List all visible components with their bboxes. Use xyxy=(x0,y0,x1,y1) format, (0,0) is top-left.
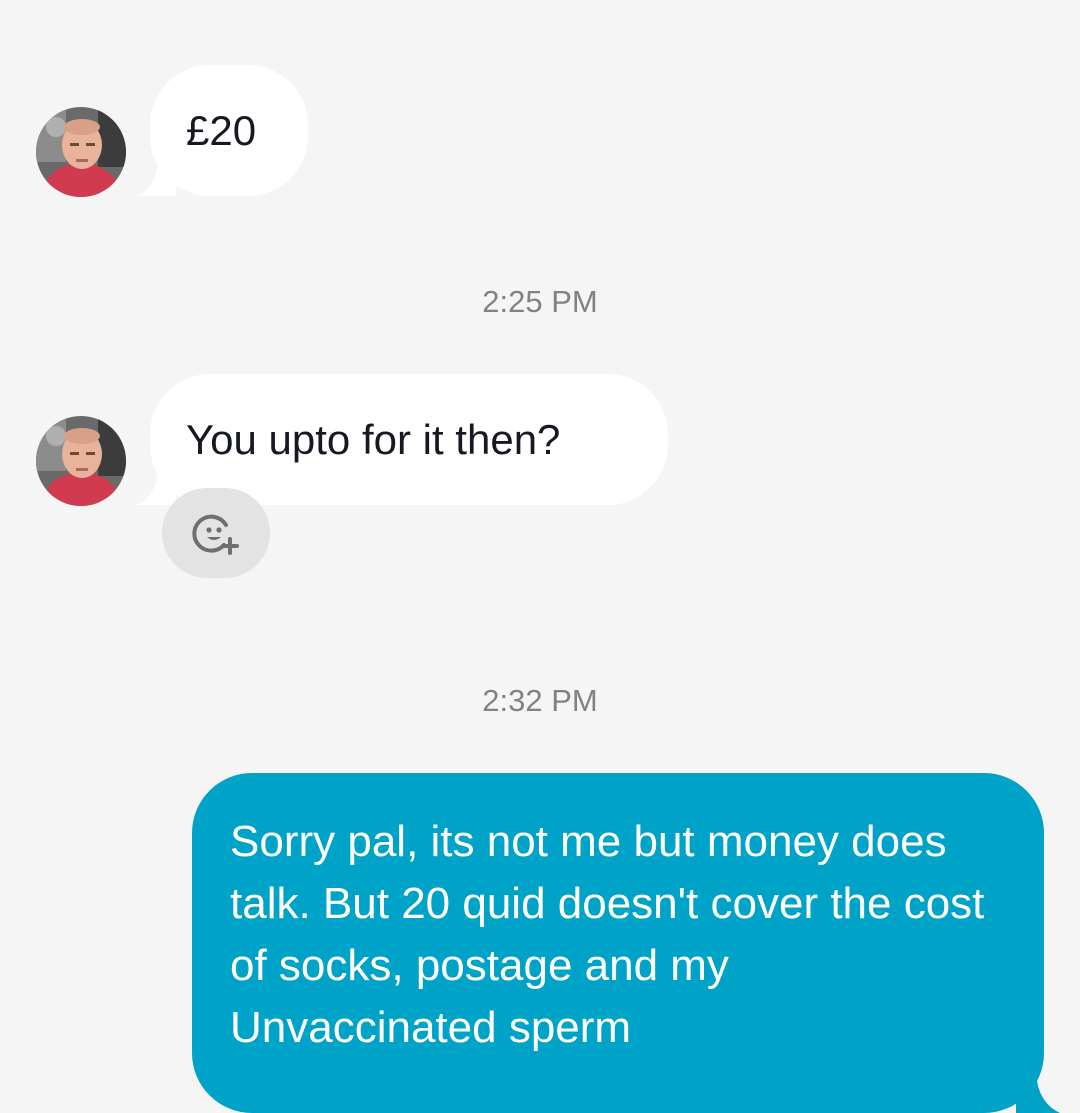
message-timestamp: 2:32 PM xyxy=(482,683,598,718)
message-timestamp: 2:25 PM xyxy=(482,284,598,319)
outgoing-message[interactable]: Sorry pal, its not me but money does tal… xyxy=(192,773,1060,1113)
add-reaction-icon xyxy=(192,514,239,555)
bubble-tail xyxy=(136,162,176,196)
message-text: You upto for it then? xyxy=(186,415,561,463)
add-reaction-button[interactable] xyxy=(162,488,270,578)
bubble-tail xyxy=(1016,1073,1060,1113)
message-text: £20 xyxy=(186,106,257,154)
incoming-message[interactable]: You upto for it then? xyxy=(136,374,668,505)
chat-thread: £20 2:25 PM You upto for it then? 2:32 P… xyxy=(0,0,1080,1113)
message-text: Sorry pal, its not me but money does tal… xyxy=(230,817,985,1052)
sender-avatar[interactable] xyxy=(36,107,126,197)
sender-avatar[interactable] xyxy=(36,416,126,506)
bubble-tail xyxy=(136,471,176,505)
incoming-message[interactable]: £20 xyxy=(136,65,308,196)
